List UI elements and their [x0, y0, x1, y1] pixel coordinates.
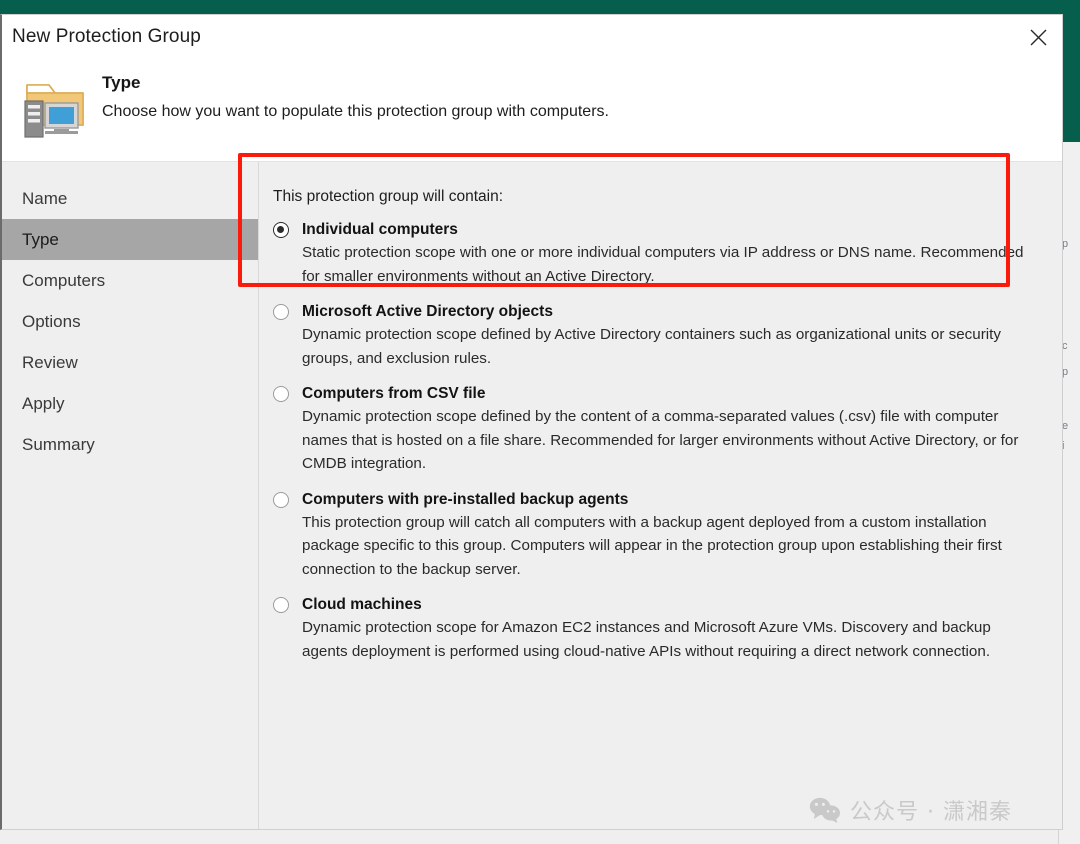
sidebar-item-label: Summary — [22, 434, 95, 454]
close-button[interactable] — [1015, 15, 1061, 59]
sidebar-item-computers[interactable]: Computers — [2, 260, 258, 301]
protection-group-type-panel: This protection group will contain: Indi… — [259, 162, 1062, 829]
dialog-titlebar: New Protection Group — [2, 15, 1062, 59]
sidebar-item-type[interactable]: Type — [2, 219, 258, 260]
sidebar-item-label: Computers — [22, 270, 106, 290]
dialog-header: Type Choose how you want to populate thi… — [2, 59, 1062, 162]
option-label: Individual computers — [302, 221, 458, 238]
dialog-body: Name Type Computers Options Review Apply… — [2, 162, 1062, 829]
radio-individual-computers[interactable] — [273, 222, 289, 238]
radio-active-directory-objects[interactable] — [273, 304, 289, 320]
sidebar-item-label: Review — [22, 352, 78, 372]
option-label: Cloud machines — [302, 596, 422, 613]
radio-cloud-machines[interactable] — [273, 597, 289, 613]
page-title: Type — [102, 73, 141, 92]
option-description: Static protection scope with one or more… — [302, 244, 1024, 285]
option-active-directory-objects[interactable]: Microsoft Active Directory objects Dynam… — [273, 302, 1038, 370]
new-protection-group-dialog: New Protection Group Type Choose how you… — [0, 14, 1063, 830]
sidebar-item-name[interactable]: Name — [2, 178, 258, 219]
folder-computer-icon — [15, 63, 95, 143]
radio-preinstalled-backup-agents[interactable] — [273, 491, 289, 508]
close-icon — [1030, 29, 1046, 45]
sidebar-item-summary[interactable]: Summary — [2, 424, 258, 465]
sidebar-item-apply[interactable]: Apply — [2, 383, 258, 424]
sidebar-item-options[interactable]: Options — [2, 301, 258, 342]
sidebar-item-label: Apply — [22, 393, 65, 413]
option-cloud-machines[interactable]: Cloud machines Dynamic protection scope … — [273, 595, 1038, 663]
background-text-fragment: c — [1062, 340, 1068, 352]
sidebar-item-review[interactable]: Review — [2, 342, 258, 383]
option-description: Dynamic protection scope defined by the … — [302, 408, 1019, 472]
panel-intro-text: This protection group will contain: — [273, 188, 504, 205]
option-preinstalled-backup-agents[interactable]: Computers with pre-installed backup agen… — [273, 490, 1038, 582]
option-description: Dynamic protection scope defined by Acti… — [302, 326, 1001, 367]
background-text-fragment: p — [1062, 366, 1069, 378]
background-text-fragment: i — [1062, 440, 1065, 452]
sidebar-item-label: Options — [22, 311, 81, 331]
app-accent-band — [0, 0, 1080, 14]
option-label: Microsoft Active Directory objects — [302, 303, 553, 320]
page-subtitle: Choose how you want to populate this pro… — [102, 103, 609, 120]
sidebar-item-label: Name — [22, 188, 68, 208]
dialog-title: New Protection Group — [12, 26, 201, 47]
option-computers-from-csv[interactable]: Computers from CSV file Dynamic protecti… — [273, 384, 1038, 476]
option-label: Computers from CSV file — [302, 385, 486, 402]
radio-computers-from-csv[interactable] — [273, 386, 289, 402]
sidebar-item-label: Type — [22, 229, 59, 249]
option-description: Dynamic protection scope for Amazon EC2 … — [302, 619, 991, 660]
wizard-steps-sidebar: Name Type Computers Options Review Apply… — [2, 162, 259, 829]
option-individual-computers[interactable]: Individual computers Static protection s… — [273, 220, 1038, 288]
option-description: This protection group will catch all com… — [302, 513, 1002, 578]
background-text-fragment: p — [1062, 238, 1069, 250]
background-text-fragment: e — [1062, 420, 1069, 432]
option-label: Computers with pre-installed backup agen… — [302, 490, 629, 508]
